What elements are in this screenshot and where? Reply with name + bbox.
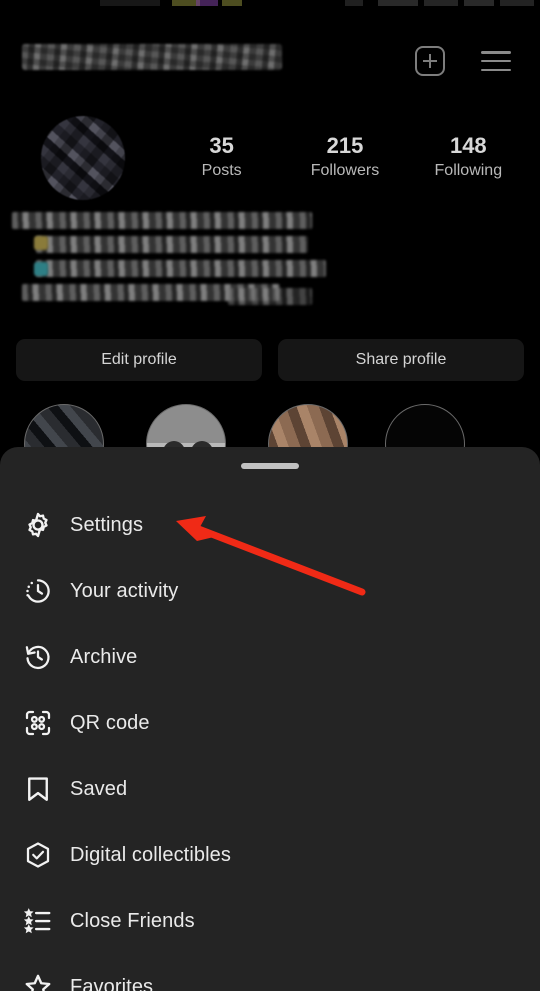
stat-posts[interactable]: 35 Posts xyxy=(160,132,283,181)
menu-item-label: Close Friends xyxy=(70,909,195,932)
qr-code-icon xyxy=(18,703,58,743)
following-label: Following xyxy=(434,161,503,179)
main-menu-button[interactable] xyxy=(475,40,517,82)
new-post-button[interactable] xyxy=(409,40,451,82)
posts-label: Posts xyxy=(201,161,242,179)
followers-count: 215 xyxy=(326,133,364,158)
gear-icon xyxy=(18,505,58,545)
menu-item-label: Saved xyxy=(70,777,128,800)
profile-menu-list: Settings Your activity Archive QR code S… xyxy=(0,492,540,991)
edit-profile-button[interactable]: Edit profile xyxy=(16,339,262,381)
star-list-icon xyxy=(18,901,58,941)
drag-handle[interactable] xyxy=(241,463,299,469)
bookmark-icon xyxy=(18,769,58,809)
menu-item-label: Digital collectibles xyxy=(70,843,231,866)
menu-item-digital-collectibles[interactable]: Digital collectibles xyxy=(0,822,540,888)
profile-stats: 35 Posts 215 Followers 148 Following xyxy=(160,132,530,181)
menu-item-label: Settings xyxy=(70,513,144,536)
stat-followers[interactable]: 215 Followers xyxy=(283,132,406,181)
menu-item-favorites[interactable]: Favorites xyxy=(0,954,540,991)
menu-item-label: Archive xyxy=(70,645,138,668)
status-bar xyxy=(0,0,540,11)
username-redacted[interactable] xyxy=(22,44,282,70)
menu-item-label: Your activity xyxy=(70,579,179,602)
hamburger-menu-icon xyxy=(481,51,511,71)
menu-item-saved[interactable]: Saved xyxy=(0,756,540,822)
stat-following[interactable]: 148 Following xyxy=(407,132,530,181)
avatar[interactable] xyxy=(41,116,125,200)
posts-count: 35 xyxy=(209,133,234,158)
profile-action-buttons: Edit profile Share profile xyxy=(16,339,524,381)
profile-top-bar xyxy=(0,14,540,84)
instagram-profile-screen: 35 Posts 215 Followers 148 Following Edi… xyxy=(0,0,540,991)
profile-bio-redacted xyxy=(12,212,332,324)
menu-item-label: QR code xyxy=(70,711,150,734)
menu-item-label: Favorites xyxy=(70,975,154,991)
star-icon xyxy=(18,967,58,991)
menu-item-archive[interactable]: Archive xyxy=(0,624,540,690)
activity-clock-icon xyxy=(18,571,58,611)
menu-item-your-activity[interactable]: Your activity xyxy=(0,558,540,624)
menu-item-settings[interactable]: Settings xyxy=(0,492,540,558)
menu-item-close-friends[interactable]: Close Friends xyxy=(0,888,540,954)
followers-label: Followers xyxy=(310,161,380,179)
share-profile-button[interactable]: Share profile xyxy=(278,339,524,381)
menu-item-qr-code[interactable]: QR code xyxy=(0,690,540,756)
following-count: 148 xyxy=(449,133,487,158)
profile-menu-sheet: Settings Your activity Archive QR code S… xyxy=(0,447,540,991)
archive-history-icon xyxy=(18,637,58,677)
hexagon-check-icon xyxy=(18,835,58,875)
plus-square-icon xyxy=(415,46,445,76)
